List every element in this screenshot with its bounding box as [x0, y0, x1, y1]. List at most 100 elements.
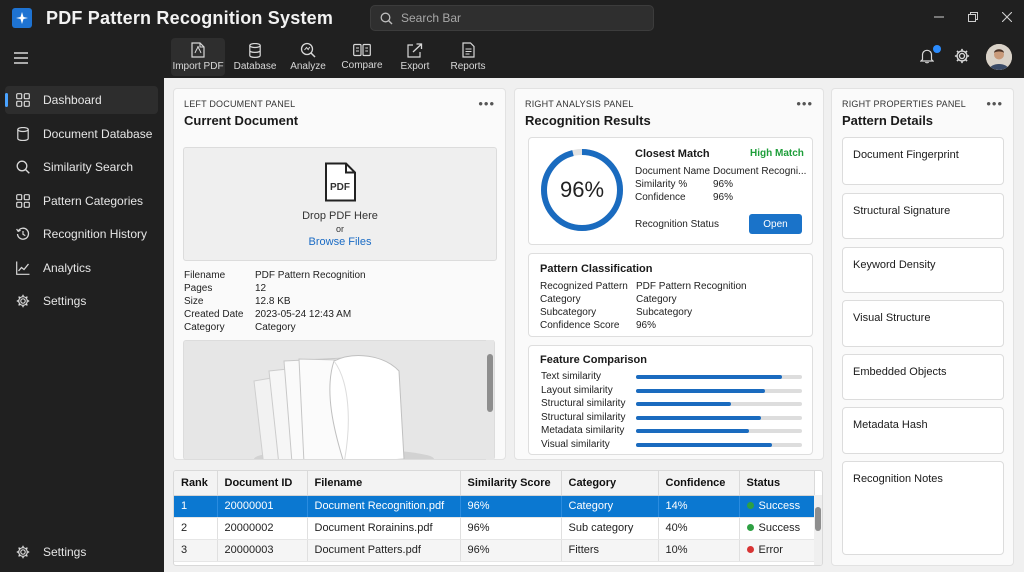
results-table: Rank Document ID Filename Similarity Sco… [173, 470, 823, 566]
app-logo-icon [12, 8, 32, 28]
sidebar-item-label: Analytics [43, 261, 92, 275]
match-row-document-name-value: Document Recogni... [713, 166, 807, 177]
column-header-filename[interactable]: Filename [307, 471, 461, 496]
gear-icon[interactable] [954, 48, 970, 67]
hamburger-menu-icon[interactable] [14, 52, 28, 67]
cell-rank: 2 [174, 517, 218, 540]
column-header-similarity-score[interactable]: Similarity Score [460, 471, 562, 496]
panel-label: RIGHT PROPERTIES PANEL [842, 99, 966, 109]
table-row[interactable]: 3 20000003 Document Patters.pdf 96% Fitt… [174, 539, 815, 562]
sidebar-item-document-database[interactable]: Document Database [5, 120, 158, 148]
high-match-badge: High Match [750, 148, 804, 159]
reports-button[interactable]: Reports [446, 38, 490, 76]
property-card-metadata-hash[interactable]: Metadata Hash [842, 407, 1004, 454]
browse-files-link[interactable]: Browse Files [184, 236, 496, 248]
maximize-button[interactable] [956, 0, 990, 34]
cell-category: Category [561, 495, 659, 518]
table-scrollbar[interactable] [814, 495, 822, 565]
search-input[interactable] [401, 11, 641, 25]
avatar[interactable] [986, 44, 1012, 70]
property-card-document-fingerprint[interactable]: Document Fingerprint [842, 137, 1004, 185]
cell-category: Sub category [561, 517, 659, 540]
sidebar-item-dashboard[interactable]: Dashboard [5, 86, 158, 114]
history-icon [15, 226, 31, 242]
property-card-recognition-notes[interactable]: Recognition Notes [842, 461, 1004, 555]
status-dot-icon [746, 502, 754, 509]
gauge-value: 96% [559, 177, 605, 202]
feature-row: Text similarity [541, 371, 803, 384]
sidebar-bottom-settings[interactable]: Settings [5, 538, 158, 566]
table-row[interactable]: 1 20000001 Document Recognition.pdf 96% … [174, 495, 815, 518]
classification-title: Pattern Classification [540, 263, 653, 275]
close-button[interactable] [990, 0, 1024, 34]
classification-value: Category [636, 294, 677, 305]
preview-scrollbar-thumb[interactable] [487, 354, 493, 412]
pdf-drop-zone[interactable]: PDF Drop PDF Here or Browse Files [183, 147, 497, 261]
feature-row: Structural similarity [541, 398, 803, 411]
property-card-keyword-density[interactable]: Keyword Density [842, 247, 1004, 293]
column-header-category[interactable]: Category [561, 471, 659, 496]
property-card-embedded-objects[interactable]: Embedded Objects [842, 354, 1004, 400]
match-row-similarity-value: 96% [713, 179, 734, 190]
column-header-confidence[interactable]: Confidence [658, 471, 740, 496]
table-row[interactable]: 2 20000002 Document Rorainins.pdf 96% Su… [174, 517, 815, 540]
compare-button[interactable]: Compare [336, 38, 388, 76]
cell-document-id: 20000001 [217, 495, 308, 518]
import-pdf-button[interactable]: Import PDF [171, 38, 225, 76]
property-card-visual-structure[interactable]: Visual Structure [842, 300, 1004, 347]
cell-similarity-score: 96% [460, 539, 562, 562]
column-header-status[interactable]: Status [739, 471, 815, 496]
sidebar-item-analytics[interactable]: Analytics [5, 254, 158, 282]
cell-document-id: 20000003 [217, 539, 308, 562]
sidebar-item-similarity-search[interactable]: Similarity Search [5, 153, 158, 181]
closest-match-title: Closest Match [635, 148, 710, 160]
cell-similarity-score: 96% [460, 517, 562, 540]
feature-bar-fill [636, 402, 731, 406]
open-button[interactable]: Open [749, 214, 802, 234]
cell-filename: Document Patters.pdf [307, 539, 461, 562]
sidebar-item-pattern-categories[interactable]: Pattern Categories [5, 187, 158, 215]
feature-comparison-card: Feature Comparison Text similarity Layou… [528, 345, 813, 455]
search-bar[interactable] [370, 5, 654, 31]
feature-bar-fill [636, 443, 773, 447]
classification-key: Category [540, 294, 581, 305]
document-preview[interactable] [183, 340, 495, 460]
analyze-button[interactable]: Analyze [285, 38, 331, 76]
notifications-bell-icon[interactable] [919, 48, 935, 67]
cell-status: Success [739, 517, 815, 540]
export-button[interactable]: Export [394, 38, 436, 76]
sidebar-item-label: Pattern Categories [43, 194, 144, 208]
cell-rank: 3 [174, 539, 218, 562]
closest-match-card: 96% Closest Match High Match Document Na… [528, 137, 813, 245]
chart-icon [15, 260, 31, 276]
sidebar-item-recognition-history[interactable]: Recognition History [5, 220, 158, 248]
feature-bar-fill [636, 375, 783, 379]
report-icon [461, 42, 475, 58]
grid-icon [15, 193, 31, 209]
sidebar-item-label: Document Database [43, 127, 153, 141]
cell-confidence: 40% [658, 517, 740, 540]
feature-bar-fill [636, 429, 749, 433]
panel-label: RIGHT ANALYSIS PANEL [525, 99, 634, 109]
property-card-structural-signature[interactable]: Structural Signature [842, 193, 1004, 239]
pdf-import-icon [191, 42, 205, 58]
more-options-icon[interactable]: ••• [796, 96, 813, 111]
preview-scrollbar[interactable] [486, 340, 494, 460]
minimize-button[interactable] [922, 0, 956, 34]
column-header-rank[interactable]: Rank [174, 471, 218, 496]
analyze-icon [300, 42, 316, 58]
sidebar-item-settings[interactable]: Settings [5, 287, 158, 315]
feature-comparison-title: Feature Comparison [540, 354, 647, 366]
database-icon [15, 126, 31, 142]
cell-similarity-score: 96% [460, 495, 562, 518]
database-button[interactable]: Database [230, 38, 280, 76]
more-options-icon[interactable]: ••• [986, 96, 1003, 111]
column-header-document-id[interactable]: Document ID [217, 471, 308, 496]
cell-status: Success [739, 495, 815, 518]
status-text: Success [758, 500, 801, 512]
search-icon [15, 159, 31, 175]
left-document-panel: LEFT DOCUMENT PANEL Current Document •••… [173, 88, 506, 460]
feature-bar-fill [636, 416, 761, 420]
more-options-icon[interactable]: ••• [478, 96, 495, 111]
table-scrollbar-thumb[interactable] [815, 507, 821, 531]
